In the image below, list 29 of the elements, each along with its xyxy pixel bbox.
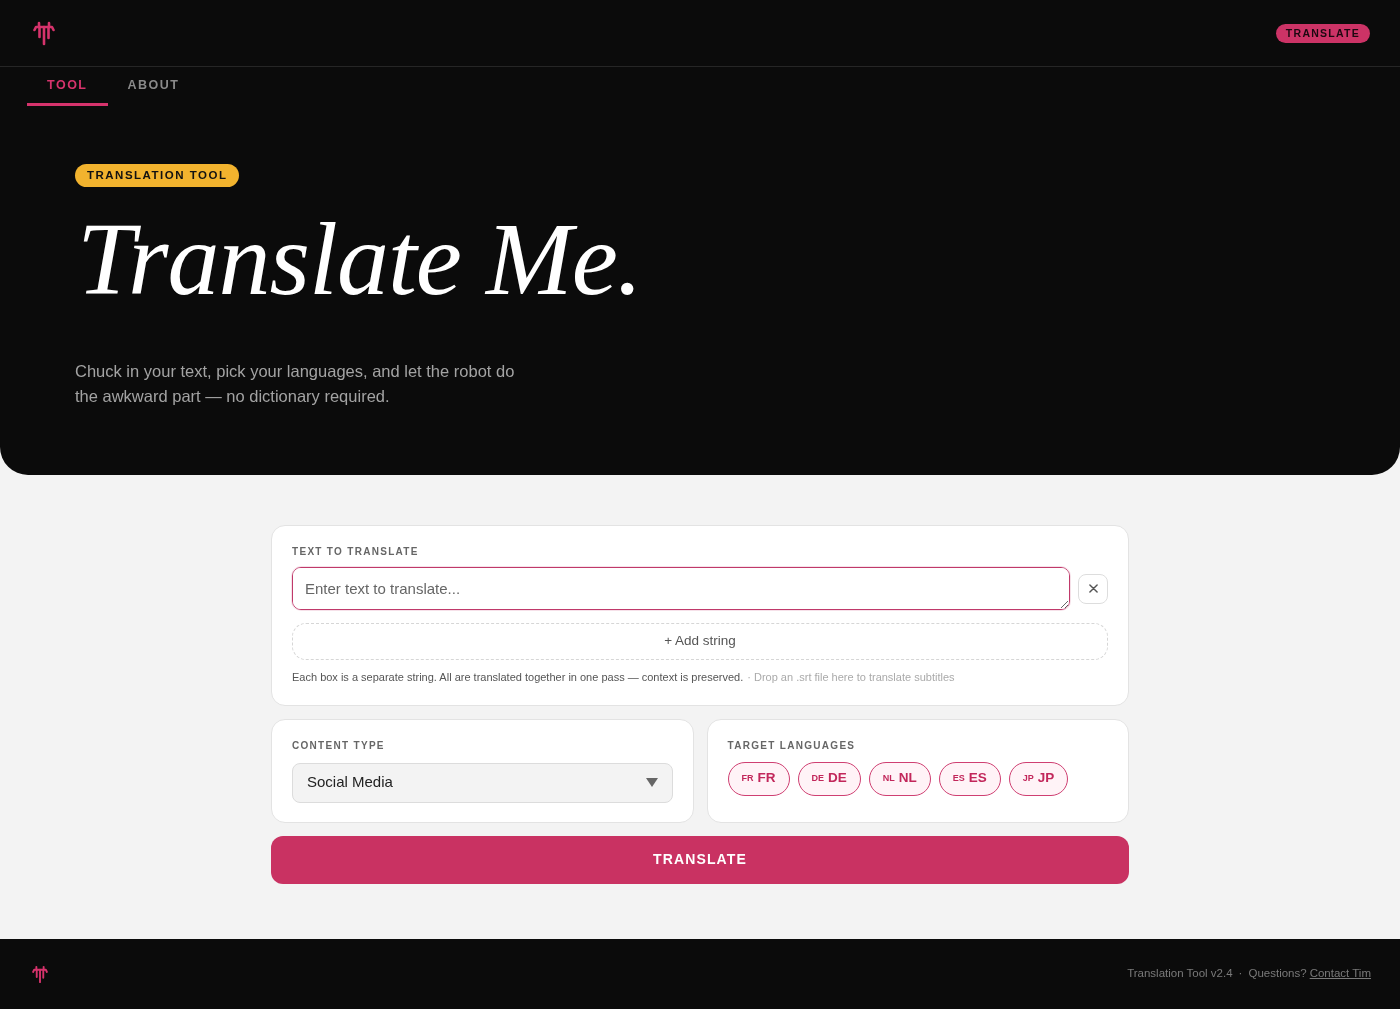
- tool-tag: TRANSLATION TOOL: [75, 163, 240, 187]
- hero-title: Translate Me.: [77, 207, 642, 311]
- section-label: TARGET LANGUAGES: [727, 740, 857, 751]
- translate-button[interactable]: TRANSLATE: [271, 835, 1129, 884]
- language-chip[interactable]: ES ES: [938, 761, 1001, 796]
- separator-text: ·: [1238, 966, 1243, 982]
- logo-icon: [33, 20, 55, 46]
- hero-description: Chuck in your text, pick your languages, and let the robot do the awkward part — no dictionary required.: [75, 361, 516, 407]
- section-label: TEXT TO TRANSLATE: [292, 547, 420, 557]
- section-label: CONTENT TYPE: [292, 740, 386, 751]
- contact-link[interactable]: Contact Tim: [1309, 965, 1371, 983]
- language-chip[interactable]: FR FR: [727, 761, 790, 796]
- nav-tab[interactable]: TOOL: [27, 67, 108, 106]
- drop-hint-text: · Drop an .srt file here to translate subtitles: [747, 670, 955, 685]
- language-chip[interactable]: DE DE: [797, 761, 861, 796]
- questions-text: Questions?: [1248, 966, 1307, 982]
- content-type-dropdown[interactable]: Social Media: [292, 762, 673, 803]
- add-string-button[interactable]: + Add string: [292, 623, 1108, 660]
- translate-button[interactable]: TRANSLATE: [1275, 23, 1370, 43]
- text-input-field[interactable]: Enter text to translate...: [292, 567, 1070, 610]
- caret-icon: [645, 778, 658, 787]
- close-icon: [1088, 584, 1098, 593]
- version-text: Translation Tool v2.4: [1127, 966, 1233, 982]
- logo-icon: [32, 964, 48, 984]
- nav-tab[interactable]: ABOUT: [107, 67, 200, 106]
- language-chip[interactable]: NL NL: [868, 761, 931, 796]
- remove-string-button[interactable]: [1078, 573, 1108, 604]
- language-chip[interactable]: JP JP: [1008, 761, 1069, 796]
- help-text: Each box is a separate string. All are translated together in one pass — context is preserved.: [292, 670, 744, 685]
